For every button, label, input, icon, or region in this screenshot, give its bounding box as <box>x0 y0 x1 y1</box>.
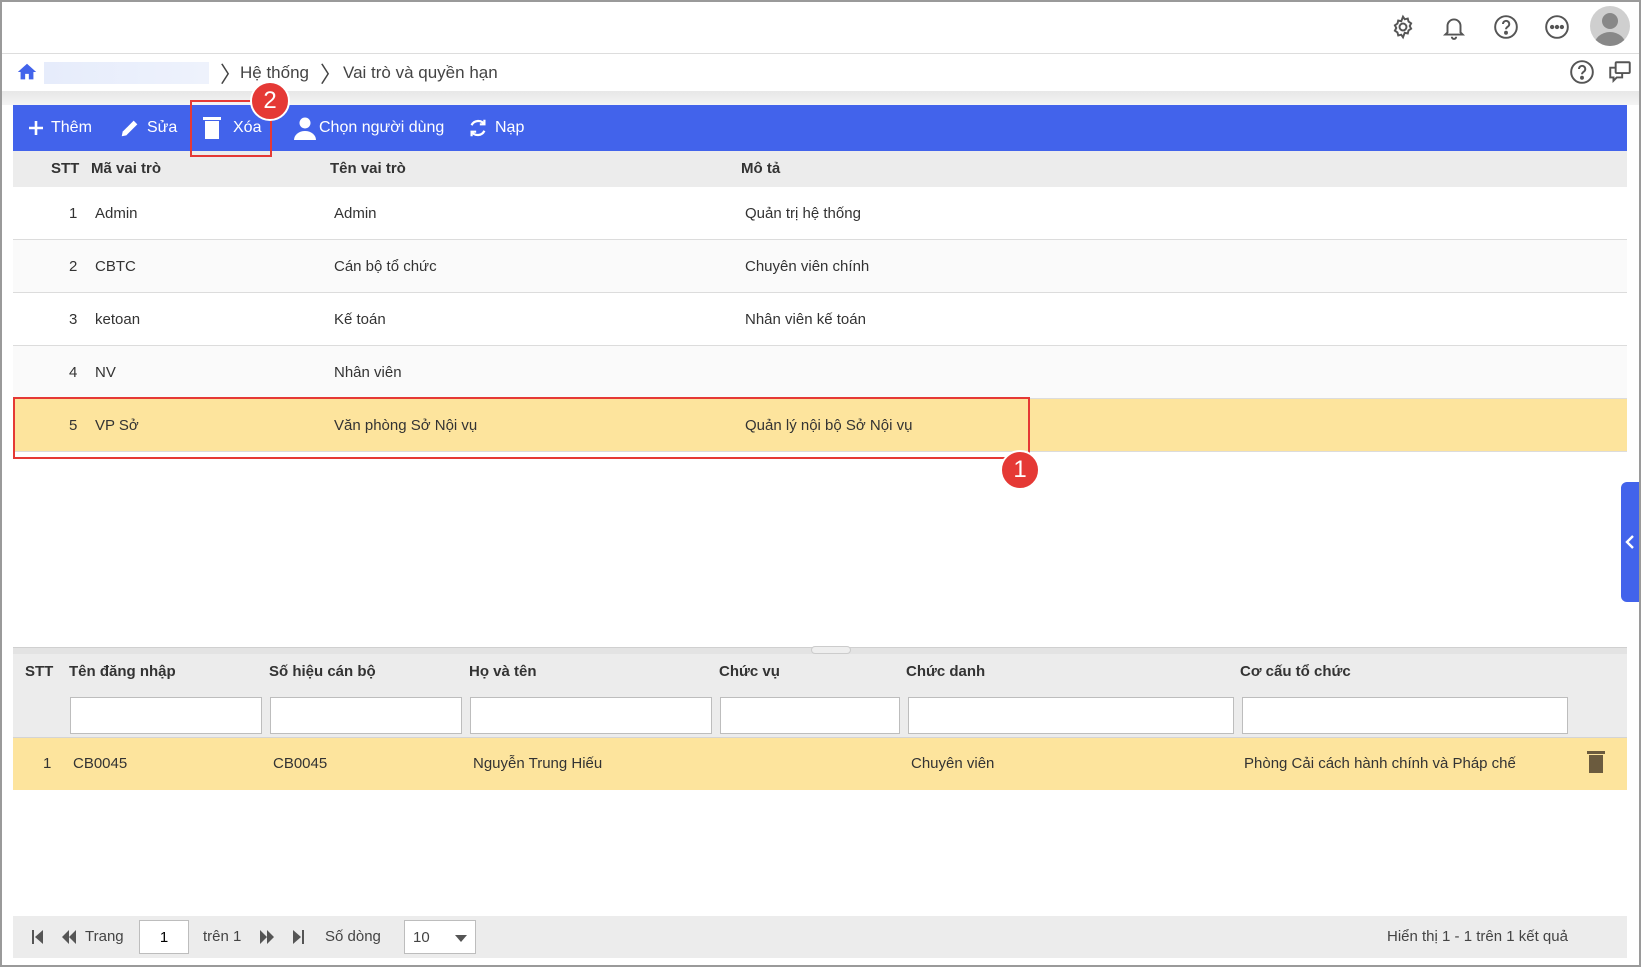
first-page-icon[interactable] <box>31 929 45 949</box>
table-row[interactable]: 2 CBTC Cán bộ tổ chức Chuyên viên chính <box>13 240 1627 293</box>
top-bar <box>2 2 1639 54</box>
previous-page-icon[interactable] <box>61 929 77 949</box>
filter-login-input[interactable] <box>70 697 262 734</box>
cell-description: Quản trị hệ thống <box>745 205 861 222</box>
user-icon <box>294 117 316 140</box>
table-row[interactable]: 4 NV Nhân viên <box>13 346 1627 399</box>
col-staff-no[interactable]: Số hiệu cán bộ <box>269 663 376 680</box>
remove-user-trash-icon[interactable] <box>1586 750 1606 778</box>
col-stt[interactable]: STT <box>51 160 79 177</box>
cell-stt: 3 <box>69 311 78 328</box>
select-users-button-label: Chọn người dùng <box>319 119 445 136</box>
results-summary: Hiển thị 1 - 1 trên 1 kết quả <box>1387 928 1568 945</box>
users-grid-filter-row <box>13 690 1627 738</box>
col-description[interactable]: Mô tả <box>741 160 780 177</box>
col-role-name[interactable]: Tên vai trò <box>330 160 406 177</box>
filter-full-name-input[interactable] <box>470 697 712 734</box>
callout-badge-2: 2 <box>250 81 290 121</box>
cell-role-code: CBTC <box>95 258 136 275</box>
side-panel-toggle[interactable] <box>1621 482 1639 602</box>
col-role-code[interactable]: Mã vai trò <box>91 160 161 177</box>
filter-org-input[interactable] <box>1242 697 1568 734</box>
breadcrumb-item-he-thong[interactable]: Hệ thống <box>240 63 309 83</box>
page-number-input[interactable] <box>139 920 189 954</box>
cell-stt: 4 <box>69 364 78 381</box>
rows-per-page-select[interactable]: 10 <box>404 920 476 954</box>
page-total-label: trên 1 <box>203 928 242 945</box>
cell-role-name: Nhân viên <box>334 364 402 381</box>
reload-button-label: Nạp <box>495 119 525 136</box>
breadcrumb-separator-icon: 〉 <box>320 63 343 88</box>
edit-button-label: Sửa <box>147 119 178 136</box>
col-full-name[interactable]: Họ và tên <box>469 663 537 680</box>
col-org-structure[interactable]: Cơ cấu tổ chức <box>1240 663 1351 680</box>
cell-role-code: Admin <box>95 205 138 222</box>
next-page-icon[interactable] <box>259 929 275 949</box>
cell-stt: 1 <box>69 205 78 222</box>
page-help-icon[interactable] <box>1569 59 1595 89</box>
cell-role-name: Kế toán <box>334 311 386 328</box>
table-row-selected[interactable]: 1 CB0045 CB0045 Nguyễn Trung Hiếu Chuyên… <box>13 738 1627 790</box>
cell-title: Chuyên viên <box>911 755 995 772</box>
pencil-icon <box>121 120 138 137</box>
breadcrumb-redacted-item[interactable] <box>44 62 209 84</box>
col-position[interactable]: Chức vụ <box>719 663 780 680</box>
cell-role-name: Admin <box>334 205 377 222</box>
cell-login: CB0045 <box>73 755 128 772</box>
rows-per-page-value: 10 <box>413 929 430 946</box>
add-button-label: Thêm <box>51 119 92 136</box>
col-login[interactable]: Tên đăng nhập <box>69 663 176 680</box>
refresh-icon <box>470 119 486 137</box>
pagination-bar: Trang trên 1 Số dòng 10 Hiển thị 1 - 1 t… <box>13 916 1627 958</box>
chevron-down-icon <box>455 935 467 942</box>
cell-role-name: Cán bộ tổ chức <box>334 258 437 275</box>
page-label: Trang <box>85 928 124 945</box>
last-page-icon[interactable] <box>291 929 305 949</box>
select-users-button[interactable]: Chọn người dùng <box>293 105 444 151</box>
cell-description: Chuyên viên chính <box>745 258 870 275</box>
users-grid: STT Tên đăng nhập Số hiệu cán bộ Họ và t… <box>13 654 1627 790</box>
plus-icon <box>29 121 43 135</box>
breadcrumb-separator-icon: 〉 <box>220 63 243 88</box>
cell-stt: 1 <box>43 755 52 772</box>
user-avatar[interactable] <box>1590 6 1630 46</box>
rows-per-page-label: Số dòng <box>325 928 381 945</box>
filter-staff-no-input[interactable] <box>270 697 462 734</box>
home-icon[interactable] <box>16 61 38 87</box>
col-title[interactable]: Chức danh <box>906 663 985 680</box>
callout-highlight-row <box>13 397 1030 459</box>
filter-title-input[interactable] <box>908 697 1234 734</box>
help-icon[interactable] <box>1491 12 1521 42</box>
filter-position-input[interactable] <box>720 697 900 734</box>
grid-splitter[interactable] <box>13 646 1627 654</box>
callout-badge-1: 1 <box>1000 450 1040 490</box>
reload-button[interactable]: Nạp <box>467 105 524 151</box>
splitter-handle[interactable] <box>811 646 851 654</box>
cell-role-code: NV <box>95 364 116 381</box>
bell-icon[interactable] <box>1439 12 1469 42</box>
add-button[interactable]: Thêm <box>27 105 92 151</box>
breadcrumb: 〉 Hệ thống 〉 Vai trò và quyền hạn <box>2 55 1639 91</box>
cell-stt: 2 <box>69 258 78 275</box>
cell-org-structure: Phòng Cải cách hành chính và Pháp chế <box>1244 755 1516 772</box>
table-row[interactable]: 3 ketoan Kế toán Nhân viên kế toán <box>13 293 1627 346</box>
breadcrumb-item-current: Vai trò và quyền hạn <box>343 63 498 82</box>
feedback-chat-icon[interactable] <box>1607 59 1633 89</box>
cell-staff-no: CB0045 <box>273 755 328 772</box>
cell-role-code: ketoan <box>95 311 141 328</box>
cell-full-name: Nguyễn Trung Hiếu <box>473 755 603 772</box>
edit-button[interactable]: Sửa <box>119 105 177 151</box>
settings-gear-icon[interactable] <box>1388 12 1418 42</box>
users-grid-header: STT Tên đăng nhập Số hiệu cán bộ Họ và t… <box>13 654 1627 690</box>
more-options-icon[interactable] <box>1542 12 1572 42</box>
cell-description: Nhân viên kế toán <box>745 311 866 328</box>
table-row[interactable]: 1 Admin Admin Quản trị hệ thống <box>13 187 1627 240</box>
chevron-left-icon <box>1625 535 1634 549</box>
col-stt[interactable]: STT <box>25 663 53 680</box>
